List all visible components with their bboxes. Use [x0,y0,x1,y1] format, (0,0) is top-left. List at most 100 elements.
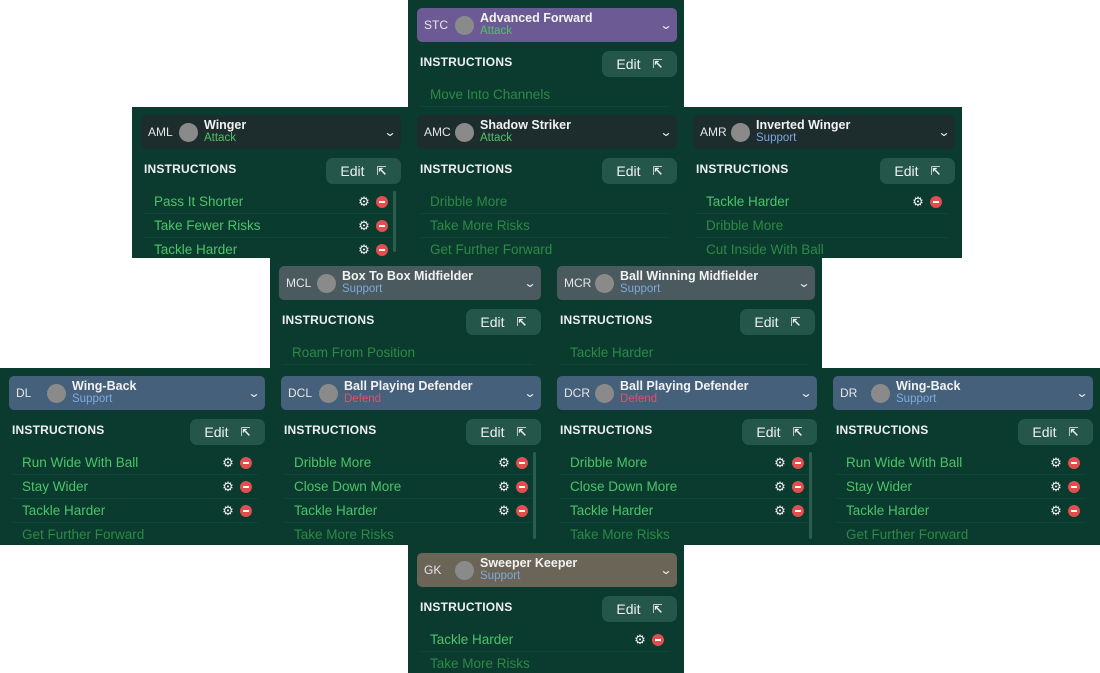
instruction-item[interactable]: Run Wide With Ball ⚙ [12,451,258,475]
chevron-down-icon[interactable]: ⌄ [516,386,545,400]
role-selector[interactable]: MCL Box To Box Midfielder Support ⌄ [279,266,541,300]
role-selector[interactable]: AMR Inverted Winger Support ⌄ [693,115,955,149]
gear-icon[interactable]: ⚙ [496,479,512,495]
gear-icon[interactable]: ⚙ [220,503,236,519]
instruction-item[interactable]: Stay Wider ⚙ [836,475,1086,499]
remove-icon[interactable] [652,633,664,646]
gear-icon[interactable]: ⚙ [632,632,648,648]
edit-button[interactable]: Edit ⇱ [742,419,817,445]
remove-icon[interactable] [240,480,252,493]
role-selector[interactable]: DL Wing-Back Support ⌄ [9,376,265,410]
chevron-down-icon[interactable]: ⌄ [652,563,681,577]
remove-icon[interactable] [1068,480,1080,493]
scrollbar[interactable] [533,452,536,539]
role-selector[interactable]: DR Wing-Back Support ⌄ [833,376,1093,410]
instruction-item[interactable]: Get Further Forward [420,238,670,258]
role-selector[interactable]: STC Advanced Forward Attack ⌄ [417,8,677,42]
instruction-item[interactable]: Dribble More [420,190,670,214]
instruction-item[interactable]: Dribble More [696,214,948,238]
role-selector[interactable]: DCL Ball Playing Defender Defend ⌄ [281,376,541,410]
chevron-down-icon[interactable]: ⌄ [792,386,821,400]
gear-icon[interactable]: ⚙ [772,479,788,495]
gear-icon[interactable]: ⚙ [356,218,372,234]
remove-icon[interactable] [376,243,388,256]
instruction-item[interactable]: Dribble More ⚙ [284,451,534,475]
instruction-item[interactable]: Tackle Harder ⚙ [12,499,258,523]
gear-icon[interactable]: ⚙ [496,503,512,519]
remove-icon[interactable] [240,456,252,469]
gear-icon[interactable]: ⚙ [1048,503,1064,519]
gear-icon[interactable]: ⚙ [356,194,372,210]
remove-icon[interactable] [516,480,528,493]
edit-button[interactable]: Edit ⇱ [602,158,677,184]
remove-icon[interactable] [240,504,252,517]
role-selector[interactable]: DCR Ball Playing Defender Defend ⌄ [557,376,817,410]
scrollbar[interactable] [393,191,396,252]
remove-icon[interactable] [1068,504,1080,517]
remove-icon[interactable] [930,195,942,208]
edit-button[interactable]: Edit ⇱ [466,419,541,445]
remove-icon[interactable] [516,504,528,517]
instruction-item[interactable]: Close Down More ⚙ [560,475,810,499]
remove-icon[interactable] [1068,456,1080,469]
instruction-item[interactable]: Tackle Harder ⚙ [420,628,670,652]
edit-button[interactable]: Edit ⇱ [602,596,677,622]
role-selector[interactable]: MCR Ball Winning Midfielder Support ⌄ [557,266,815,300]
instruction-item[interactable]: Tackle Harder [560,341,808,365]
role-selector[interactable]: GK Sweeper Keeper Support ⌄ [417,553,677,587]
gear-icon[interactable]: ⚙ [220,455,236,471]
edit-button[interactable]: Edit ⇱ [740,309,815,335]
edit-button[interactable]: Edit ⇱ [1018,419,1093,445]
gear-icon[interactable]: ⚙ [910,194,926,210]
instruction-item[interactable]: Run Wide With Ball ⚙ [836,451,1086,475]
chevron-down-icon[interactable]: ⌄ [652,125,681,139]
remove-icon[interactable] [792,456,804,469]
instruction-item[interactable]: Stay Wider ⚙ [12,475,258,499]
remove-icon[interactable] [376,195,388,208]
instruction-item[interactable]: Tackle Harder ⚙ [560,499,810,523]
chevron-down-icon[interactable]: ⌄ [790,276,819,290]
instruction-item[interactable]: Tackle Harder ⚙ [144,238,394,258]
edit-button[interactable]: Edit ⇱ [466,309,541,335]
instruction-item[interactable]: Take More Risks [284,523,534,545]
gear-icon[interactable]: ⚙ [496,455,512,471]
edit-button[interactable]: Edit ⇱ [326,158,401,184]
instruction-item[interactable]: Tackle Harder ⚙ [284,499,534,523]
instruction-item[interactable]: Take Fewer Risks ⚙ [144,214,394,238]
gear-icon[interactable]: ⚙ [772,455,788,471]
gear-icon[interactable]: ⚙ [220,479,236,495]
remove-icon[interactable] [516,456,528,469]
instruction-item[interactable]: Tackle Harder ⚙ [836,499,1086,523]
instruction-item[interactable]: Pass It Shorter ⚙ [144,190,394,214]
instruction-item[interactable]: Get Further Forward [12,523,258,545]
chevron-down-icon[interactable]: ⌄ [376,125,405,139]
chevron-down-icon[interactable]: ⌄ [516,276,545,290]
edit-button[interactable]: Edit ⇱ [190,419,265,445]
instruction-item[interactable]: Get Further Forward [836,523,1086,545]
instruction-item[interactable]: Tackle Harder ⚙ [696,190,948,214]
gear-icon[interactable]: ⚙ [1048,479,1064,495]
remove-icon[interactable] [376,219,388,232]
chevron-down-icon[interactable]: ⌄ [240,386,269,400]
gear-icon[interactable]: ⚙ [1048,455,1064,471]
instruction-item[interactable]: Dribble More ⚙ [560,451,810,475]
instruction-item[interactable]: Cut Inside With Ball [696,238,948,258]
remove-icon[interactable] [792,504,804,517]
scrollbar[interactable] [809,452,812,539]
edit-button[interactable]: Edit ⇱ [880,158,955,184]
instruction-item[interactable]: Take More Risks [420,214,670,238]
edit-button[interactable]: Edit ⇱ [602,51,677,77]
instruction-item[interactable]: Take More Risks [420,652,670,673]
remove-icon[interactable] [792,480,804,493]
instruction-item[interactable]: Roam From Position [282,341,534,365]
chevron-down-icon[interactable]: ⌄ [1068,386,1097,400]
role-selector[interactable]: AML Winger Attack ⌄ [141,115,401,149]
chevron-down-icon[interactable]: ⌄ [652,18,681,32]
role-selector[interactable]: AMC Shadow Striker Attack ⌄ [417,115,677,149]
instruction-item[interactable]: Close Down More ⚙ [284,475,534,499]
gear-icon[interactable]: ⚙ [356,242,372,258]
instruction-item[interactable]: Move Into Channels [420,83,670,107]
gear-icon[interactable]: ⚙ [772,503,788,519]
instruction-item[interactable]: Take More Risks [560,523,810,545]
chevron-down-icon[interactable]: ⌄ [930,125,959,139]
